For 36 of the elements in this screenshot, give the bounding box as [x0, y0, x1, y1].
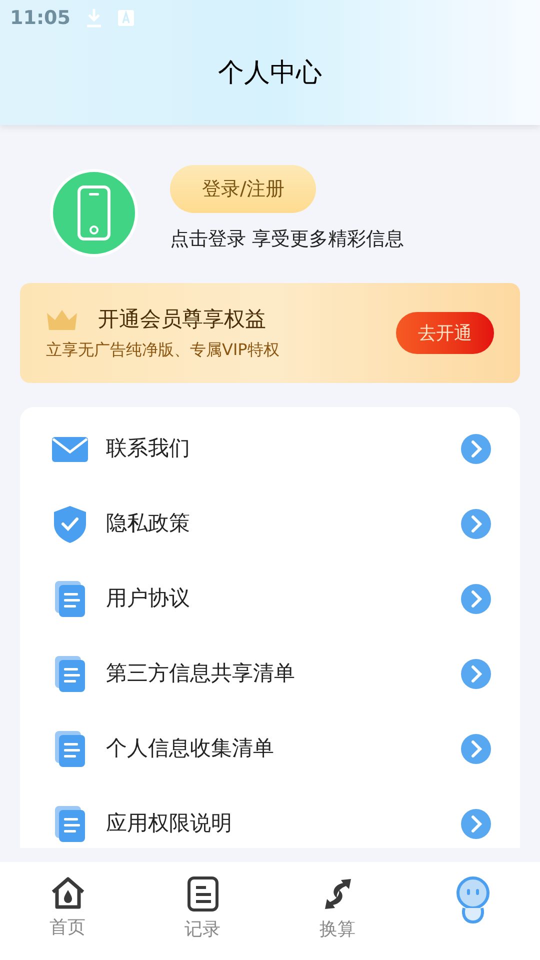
menu-item[interactable]: 个人信息收集清单 [20, 711, 520, 786]
download-icon [86, 8, 102, 28]
menu-item[interactable]: 用户协议 [20, 561, 520, 636]
chevron-icon [460, 732, 492, 764]
vip-subtitle: 立享无广告纯净版、专属VIP特权 [46, 338, 280, 361]
mascot-icon [454, 876, 492, 924]
chevron-icon [460, 508, 492, 540]
chevron-icon [460, 808, 492, 840]
menu-item[interactable]: 应用权限说明 [20, 786, 520, 848]
login-hint: 点击登录 享受更多精彩信息 [170, 227, 404, 252]
nav-tab[interactable]: 换算 [270, 862, 405, 960]
phone-icon [77, 185, 111, 241]
tab-label: 记录 [184, 918, 220, 942]
document-icon [53, 654, 87, 692]
menu-item[interactable]: 第三方信息共享清单 [20, 636, 520, 711]
document-icon [53, 804, 87, 842]
document-icon [53, 730, 87, 768]
menu-item[interactable]: 联系我们 [20, 411, 520, 486]
menu-item[interactable]: 隐私政策 [20, 486, 520, 561]
tab-label: 换算 [320, 918, 356, 942]
keyboard-icon [118, 10, 134, 26]
status-time: 11:05 [10, 6, 70, 31]
crown-icon [46, 309, 78, 331]
chevron-icon [460, 432, 492, 464]
page-title: 个人中心 [218, 57, 322, 90]
nav-tab[interactable]: 记录 [135, 862, 270, 960]
login-button[interactable]: 登录/注册 [170, 165, 316, 213]
chevron-icon [460, 658, 492, 690]
chevron-icon [460, 582, 492, 614]
document-icon [53, 580, 87, 618]
home-icon [50, 876, 86, 910]
vip-title: 开通会员尊享权益 [98, 306, 266, 334]
tab-label: 首页 [50, 916, 86, 940]
notepad-icon [186, 876, 218, 912]
shield-icon [52, 504, 88, 544]
nav-tab[interactable]: 首页 [0, 862, 135, 960]
